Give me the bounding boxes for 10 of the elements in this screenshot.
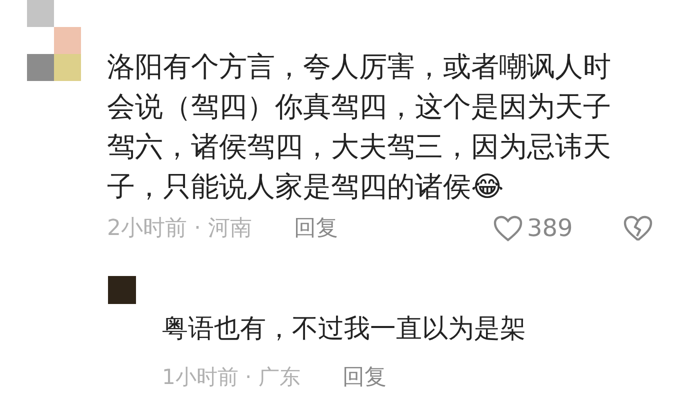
avatar-icon[interactable] — [27, 0, 81, 81]
comment-text: 洛阳有个方言，夸人厉害，或者嘲讽人时会说（驾四）你真驾四，这个是因为天子驾六，诸侯驾四，大夫驾三，因为忌讳天子，只能说人家是驾四的诸侯😂 — [107, 50, 611, 203]
broken-heart-icon[interactable] — [622, 214, 653, 242]
like-count: 389 — [526, 214, 573, 242]
reply-link[interactable]: 回复 — [294, 213, 338, 243]
reply-link[interactable]: 回复 — [342, 362, 386, 392]
heart-icon[interactable] — [492, 214, 523, 242]
time-location: 1小时前 · 广东 — [162, 364, 300, 391]
time-location: 2小时前 · 河南 — [107, 215, 252, 243]
comment-text: 粤语也有，不过我一直以为是架 — [162, 314, 526, 344]
